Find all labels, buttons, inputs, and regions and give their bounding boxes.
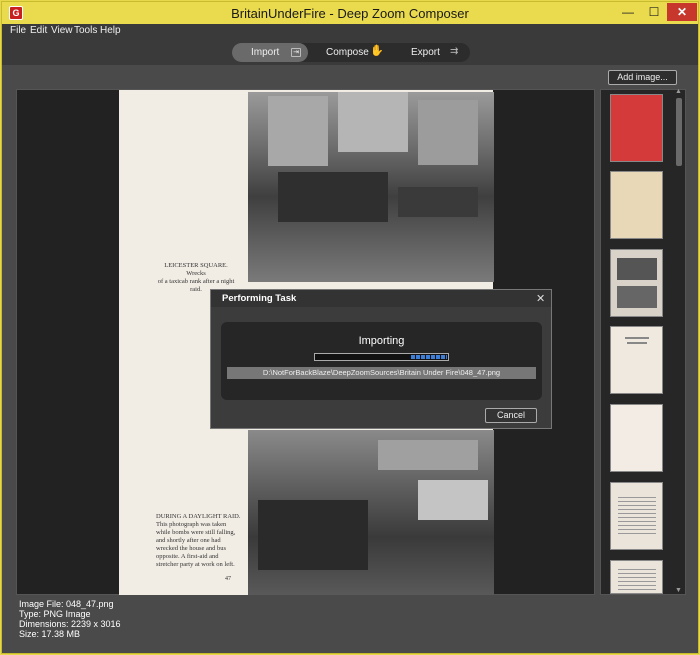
export-mode-button[interactable]: Export ⇉ [394, 43, 470, 62]
image-info: Image File: 048_47.png Type: PNG Image D… [19, 599, 121, 639]
close-button[interactable]: ✕ [667, 3, 697, 21]
task-heading: Importing [358, 335, 405, 347]
menu-tools[interactable]: Tools [74, 25, 97, 36]
maximize-button[interactable]: ☐ [641, 3, 667, 21]
current-file-path: D:\NotForBackBlaze\DeepZoomSources\Brita… [227, 367, 536, 379]
thumbnail[interactable] [610, 404, 663, 472]
scrollbar-thumb[interactable] [676, 98, 682, 166]
photo-daylight-raid [248, 430, 494, 595]
image-type-label: Type: PNG Image [19, 609, 91, 619]
caption-top-line: of a taxicab rank after a night [157, 278, 235, 285]
scroll-up-icon[interactable]: ▲ [675, 88, 682, 95]
scroll-down-icon[interactable]: ▼ [675, 587, 682, 594]
thumbnail-text [627, 342, 647, 344]
dialog-body: Importing D:\NotForBackBlaze\DeepZoomSou… [221, 322, 542, 400]
compose-mode-label: Compose [326, 47, 369, 58]
caption-bottom-line: This photograph was taken [156, 521, 227, 528]
thumbnail[interactable] [610, 171, 663, 239]
thumbnail-photo [617, 286, 657, 308]
import-mode-button[interactable]: Import ⇥ [232, 43, 308, 62]
menu-bar: File Edit View Tools Help [2, 24, 698, 39]
dialog-close-icon[interactable]: ✕ [536, 292, 545, 305]
photo-building [338, 92, 408, 152]
thumbnail-strip: ▲ ▼ [600, 88, 686, 595]
thumbnail[interactable] [610, 482, 663, 550]
mode-switcher: Import ⇥ Compose ✋ Export ⇉ [232, 43, 470, 62]
photo-wreckage [398, 187, 478, 217]
caption-bottom-line: DURING A DAYLIGHT RAID. [156, 513, 241, 520]
mode-bar: Import ⇥ Compose ✋ Export ⇉ [2, 39, 698, 65]
thumbnail[interactable] [610, 326, 663, 394]
thumbnail-text [618, 497, 656, 537]
image-dimensions-label: Dimensions: 2239 x 3016 [19, 619, 121, 629]
photo-building [378, 440, 478, 470]
image-file-label: Image File: 048_47.png [19, 599, 114, 609]
thumbnail-text [625, 337, 649, 339]
thumbnail-text [618, 569, 656, 593]
dialog-title: Performing Task [211, 290, 551, 307]
thumbnail-photo [617, 258, 657, 280]
add-image-button[interactable]: Add image... [608, 70, 677, 85]
import-icon: ⇥ [291, 48, 301, 57]
hand-icon: ✋ [370, 45, 384, 57]
caption-bottom-line: opposite. A first-aid and [156, 553, 219, 560]
caption-bottom-line: and shortly after one had [156, 537, 221, 544]
thumbnail-scrollbar[interactable]: ▲ ▼ [675, 88, 683, 594]
caption-bottom-line: stretcher party at work on left. [156, 561, 235, 568]
photo-bus [418, 480, 488, 520]
title-bar[interactable]: G BritainUnderFire - Deep Zoom Composer … [2, 2, 698, 24]
caption-bottom-line: while bombs were still falling, [156, 529, 236, 536]
menu-help[interactable]: Help [100, 25, 121, 36]
progress-bar [314, 353, 449, 361]
page-number: 47 [225, 576, 231, 582]
photo-building [418, 100, 478, 165]
progress-fill [411, 355, 447, 359]
caption-bottom-line: wrecked the house and bus [156, 545, 227, 552]
performing-task-dialog: Performing Task ✕ Importing D:\NotForBac… [210, 289, 552, 429]
image-size-label: Size: 17.38 MB [19, 629, 81, 639]
import-mode-label: Import [251, 47, 280, 58]
export-icon: ⇉ [450, 46, 459, 57]
app-window: G BritainUnderFire - Deep Zoom Composer … [1, 1, 699, 654]
thumbnail[interactable] [610, 560, 663, 594]
thumbnail[interactable] [610, 249, 663, 317]
thumbnail[interactable] [610, 94, 663, 162]
menu-edit[interactable]: Edit [30, 25, 47, 36]
menu-file[interactable]: File [10, 25, 26, 36]
photo-leicester-square [248, 92, 494, 282]
caption-bottom: DURING A DAYLIGHT RAID. This photograph … [156, 513, 246, 569]
caption-top-line: LEICESTER SQUARE. Wrecks [164, 262, 228, 277]
photo-building [268, 96, 328, 166]
menu-view[interactable]: View [51, 25, 73, 36]
export-mode-label: Export [411, 47, 440, 58]
window-title: BritainUnderFire - Deep Zoom Composer [231, 6, 469, 21]
cancel-button[interactable]: Cancel [485, 408, 537, 423]
minimize-button[interactable]: — [615, 3, 641, 21]
photo-crowd [258, 500, 368, 570]
compose-mode-button[interactable]: Compose ✋ [314, 43, 390, 62]
photo-wreckage [278, 172, 388, 222]
